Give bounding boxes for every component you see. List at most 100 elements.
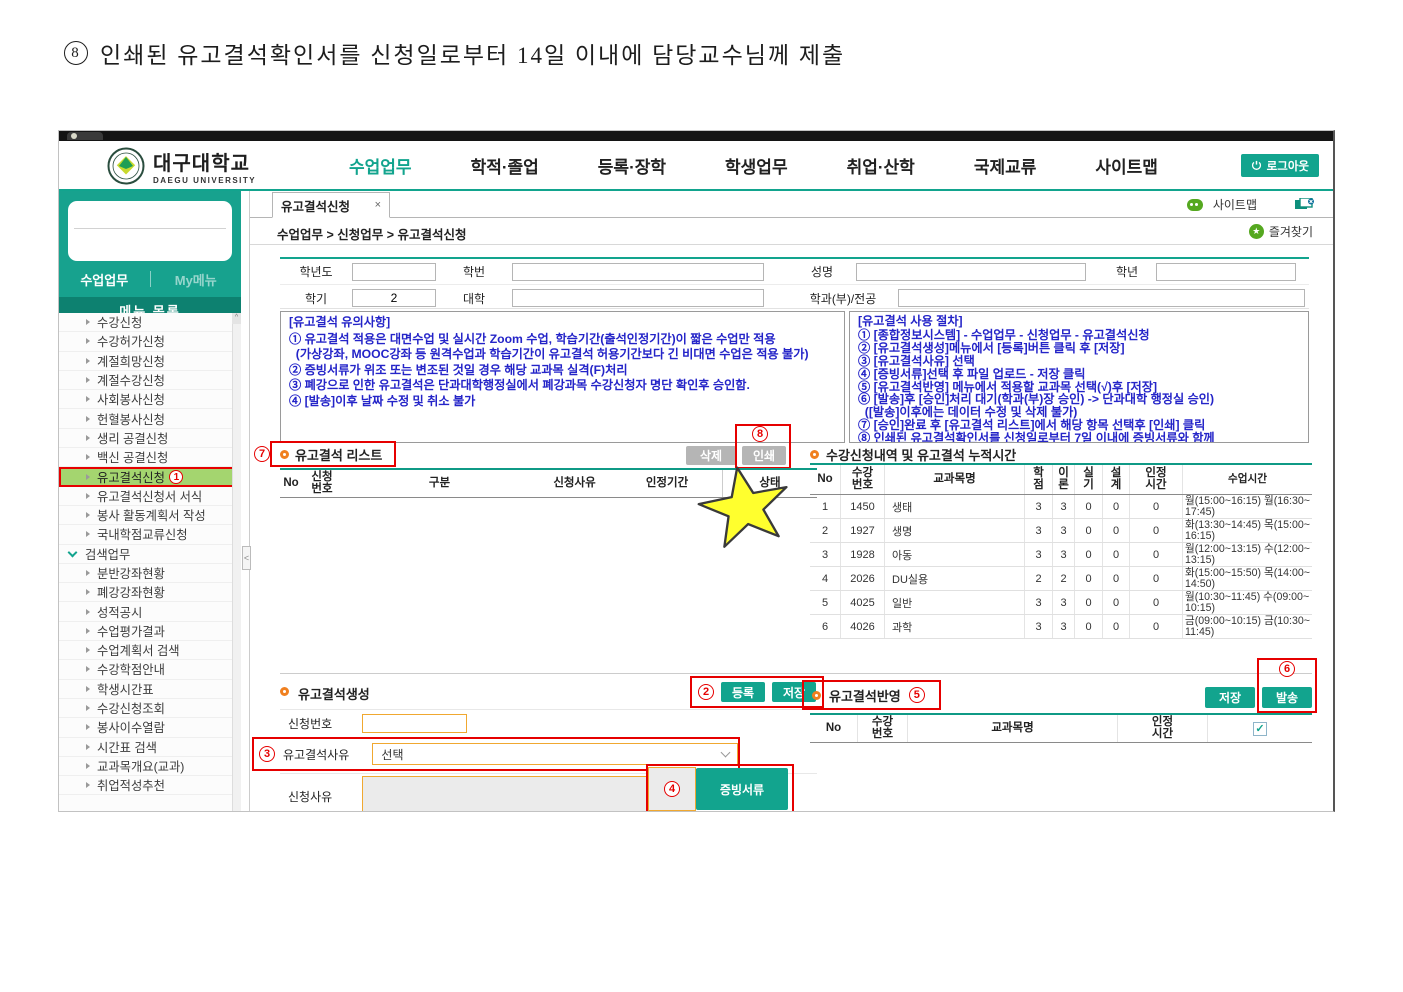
sidebar-section-search[interactable]: 검색업무 [59,545,241,564]
table-cell: 1 [810,495,840,518]
select-all-checkbox[interactable]: ✓ [1253,722,1267,736]
sidebar-tab-my-menu[interactable]: My메뉴 [151,270,242,289]
sidebar-item[interactable]: 계절희망신청 [59,352,241,371]
table-header-cell: No [280,470,302,497]
sitemap-link[interactable]: 사이트맵 [1213,196,1257,213]
nav-item-sitemap[interactable]: 사이트맵 [1095,153,1158,178]
major-input[interactable] [898,289,1305,307]
sidebar-item[interactable]: 교과목개요(교과) [59,757,241,776]
absence-left-column: 7 유고결석 리스트 삭제 인쇄 8 No 신청 번호 [280,443,817,812]
tab-absence-application[interactable]: 유고결석신청 × [272,192,390,218]
table-cell: 0 [1102,543,1129,566]
table-cell: 3 [1052,543,1074,566]
sidebar-item[interactable]: 계절수강신청 [59,371,241,390]
sidebar: 수업업무 My메뉴 메뉴 목록 수강신청 수강허가신청 계절희망신청 계절수강신… [59,191,241,811]
tab-bar-right: 사이트맵 [1187,191,1315,218]
sidebar-item[interactable]: 생리 공결신청 [59,429,241,448]
nav-item-course-affairs[interactable]: 수업업무 [349,153,412,178]
sidebar-item[interactable]: 시간표 검색 [59,738,241,757]
scrollbar-up-arrow[interactable]: ^ [232,313,241,324]
triangle-icon [86,358,90,364]
sidebar-item[interactable]: 백신 공결신청 [59,448,241,467]
nav-item-career-industry[interactable]: 취업·산학 [847,153,915,178]
sitemap-icon [1187,199,1203,211]
sidebar-collapse-handle[interactable]: < [242,546,251,570]
favorite-link[interactable]: 즐겨찾기 [1269,223,1313,240]
name-label: 성명 [788,263,856,280]
nav-item-international[interactable]: 국제교류 [974,153,1037,178]
sidebar-item-label: 학생시간표 [97,680,154,698]
sidebar-item[interactable]: 수강신청조회 [59,699,241,718]
table-cell: 0 [1074,591,1102,614]
nav-item-student-affairs[interactable]: 학생업무 [725,153,788,178]
bullet-icon [280,450,289,459]
page: 8 인쇄된 유고결석확인서를 신청일로부터 14일 이내에 담당교수님께 제출 … [0,0,1403,992]
breadcrumb-bar: 수업업무 > 신청업무 > 유고결석신청 ★ 즐겨찾기 [250,218,1333,245]
sidebar-item[interactable]: 폐강강좌현황 [59,583,241,602]
student-id-input[interactable] [512,263,764,281]
college-input[interactable] [512,289,764,307]
close-icon[interactable]: × [375,199,381,211]
sidebar-item[interactable]: 수강학점안내 [59,660,241,679]
table-row: 2 1927 생명 3 3 0 0 0 화(13:30~14:45) 목(15:… [810,519,1312,543]
university-logo[interactable]: 대구대학교 DAEGU UNIVERSITY [107,147,256,185]
sidebar-item[interactable]: 헌혈봉사신청 [59,409,241,428]
nav-item-registration-scholarship[interactable]: 등록·장학 [598,153,666,178]
send-button[interactable]: 발송 [1262,687,1312,708]
table-cell: 3 [1052,519,1074,542]
logout-button[interactable]: 로그아웃 [1241,154,1319,177]
sidebar-item[interactable]: 수업계획서 검색 [59,641,241,660]
table-header-cell: 수강 번호 [857,715,907,742]
sidebar-item-label: 유고결석신청서 서식 [97,487,202,505]
annotation-circle-7: 7 [254,446,270,462]
application-reason-textarea[interactable] [362,776,650,812]
grade-input[interactable] [1156,263,1296,281]
register-button[interactable]: 등록 [721,682,765,702]
sidebar-item[interactable]: 학생시간표 [59,680,241,699]
sidebar-item[interactable]: 분반강좌현황 [59,564,241,583]
sidebar-tab-course-affairs[interactable]: 수업업무 [59,270,150,289]
annotation-circle-8: 8 [752,426,768,442]
sidebar-item[interactable]: 수업평가결과 [59,622,241,641]
window-panel-icon[interactable] [1295,198,1315,211]
sidebar-item[interactable]: 성적공시 [59,602,241,621]
triangle-icon [86,724,90,730]
sidebar-item[interactable]: 봉사 활동계획서 작성 [59,506,241,525]
semester-input[interactable]: 2 [352,289,436,307]
highlight-star [689,456,802,559]
sidebar-item[interactable]: 국내학점교류신청 [59,525,241,544]
reason-type-select[interactable]: 선택 [372,743,738,765]
delete-button[interactable]: 삭제 [686,446,736,465]
content-area: 유고결석신청 × 사이트맵 수업업무 > 신청업무 > 유고결석신청 ★ 즐겨찾… [249,191,1333,811]
application-number-input[interactable] [362,714,467,733]
sidebar-item[interactable]: 취업적성추천 [59,776,241,795]
nav-item-records-graduation[interactable]: 학적·졸업 [471,153,539,178]
apply-save-button[interactable]: 저장 [1205,687,1255,708]
sidebar-tabs: 수업업무 My메뉴 [59,261,241,297]
name-input[interactable] [856,263,1086,281]
sidebar-item[interactable]: 봉사이수열람 [59,718,241,737]
triangle-icon [86,782,90,788]
table-cell: 0 [1102,591,1129,614]
attachment-button[interactable]: 증빙서류 [696,768,788,810]
table-cell: 1450 [840,495,884,518]
table-cell: 화(13:30~14:45) 목(15:00~16:15) [1182,519,1312,542]
table-cell: 3 [810,543,840,566]
apply-title-box: 유고결석반영 5 [802,680,941,710]
sidebar-item[interactable]: 수강신청 [59,313,241,332]
table-cell: 4025 [840,591,884,614]
sidebar-item[interactable]: 사회봉사신청 [59,390,241,409]
chevron-down-icon [68,547,78,557]
year-input[interactable] [352,263,436,281]
sidebar-item[interactable]: 수강허가신청 [59,332,241,351]
sidebar-item[interactable]: 유고결석신청서 서식 [59,487,241,506]
annotation-circle-4: 4 [664,781,680,797]
table-cell: 0 [1129,543,1182,566]
bullet-icon [810,450,819,459]
course-table-header: 수강신청내역 및 유고결석 누적시간 [810,445,1016,464]
triangle-icon [86,454,90,460]
sidebar-item-absence-application[interactable]: 유고결석신청 1 [59,467,241,486]
sidebar-scrollbar[interactable]: ^ [232,313,241,811]
menu-list: 수강신청 수강허가신청 계절희망신청 계절수강신청 사회봉사신청 헌혈봉사신청 … [59,313,241,811]
reason-type-label: 유고결석사유 [281,746,366,763]
